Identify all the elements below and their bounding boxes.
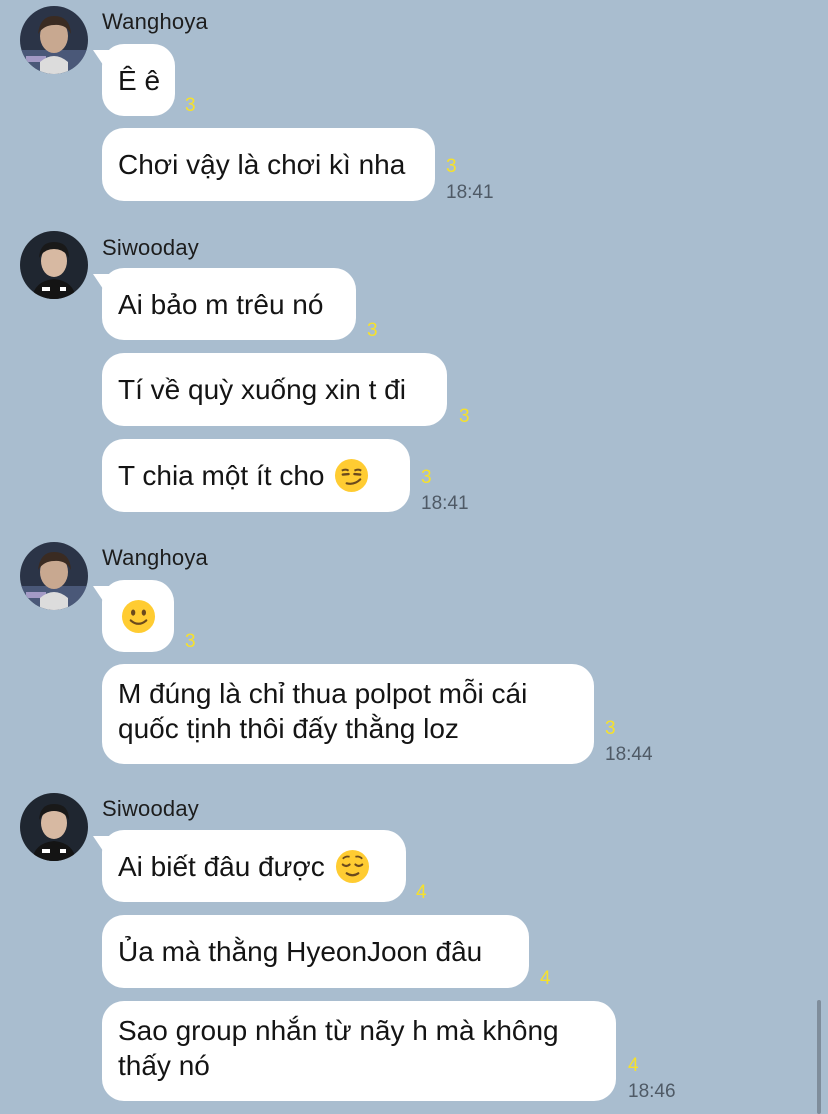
scrollbar[interactable]: [817, 1000, 821, 1114]
message-text: Sao group nhắn từ nãy h mà không thấy nó: [118, 1015, 559, 1081]
message-text: Ê ê: [118, 64, 161, 96]
slight-smile-emoji: [121, 599, 156, 634]
unread-count: 3: [367, 320, 378, 341]
message-timestamp: 18:46: [628, 1081, 676, 1102]
message-bubble[interactable]: Ủa mà thằng HyeonJoon đâu: [102, 915, 529, 988]
sender-name: Wanghoya: [102, 9, 208, 34]
unread-count: 3: [421, 467, 432, 488]
sender-avatar[interactable]: [20, 6, 88, 74]
message-bubble[interactable]: M đúng là chỉ thua polpot mỗi cái quốc t…: [102, 664, 594, 764]
smirk-emoji: [334, 458, 369, 493]
message-text: Ai biết đâu được: [118, 850, 325, 882]
message-bubble[interactable]: Tí về quỳ xuống xin t đi: [102, 353, 447, 426]
message-text: T chia một ít cho: [118, 460, 325, 491]
sender-avatar[interactable]: [20, 231, 88, 299]
message-timestamp: 18:41: [421, 493, 469, 514]
sender-name: Siwooday: [102, 235, 199, 260]
unread-count: 3: [185, 631, 196, 652]
message-bubble[interactable]: Ê ê: [102, 44, 175, 116]
unread-count: 4: [540, 968, 551, 989]
message-bubble[interactable]: T chia một ít cho: [102, 439, 410, 512]
message-bubble[interactable]: Chơi vậy là chơi kì nha: [102, 128, 435, 201]
message-text: Chơi vậy là chơi kì nha: [118, 149, 406, 180]
message-text: Ai bảo m trêu nó: [118, 288, 324, 320]
unread-count: 3: [446, 156, 457, 177]
message-bubble[interactable]: Sao group nhắn từ nãy h mà không thấy nó: [102, 1001, 616, 1101]
relieved-emoji: [335, 849, 370, 884]
sender-name: Wanghoya: [102, 545, 208, 570]
message-bubble[interactable]: [102, 580, 174, 652]
sender-name: Siwooday: [102, 796, 199, 821]
unread-count: 3: [605, 718, 616, 739]
unread-count: 4: [628, 1055, 639, 1076]
unread-count: 3: [459, 406, 470, 427]
message-text: Ủa mà thằng HyeonJoon đâu: [118, 936, 483, 967]
message-bubble[interactable]: Ai bảo m trêu nó: [102, 268, 356, 340]
unread-count: 3: [185, 95, 196, 116]
unread-count: 4: [416, 882, 427, 903]
message-bubble[interactable]: Ai biết đâu được: [102, 830, 406, 902]
message-text: Tí về quỳ xuống xin t đi: [118, 374, 406, 405]
message-timestamp: 18:41: [446, 182, 494, 203]
sender-avatar[interactable]: [20, 793, 88, 861]
message-text: M đúng là chỉ thua polpot mỗi cái quốc t…: [118, 678, 528, 744]
message-timestamp: 18:44: [605, 744, 653, 765]
sender-avatar[interactable]: [20, 542, 88, 610]
